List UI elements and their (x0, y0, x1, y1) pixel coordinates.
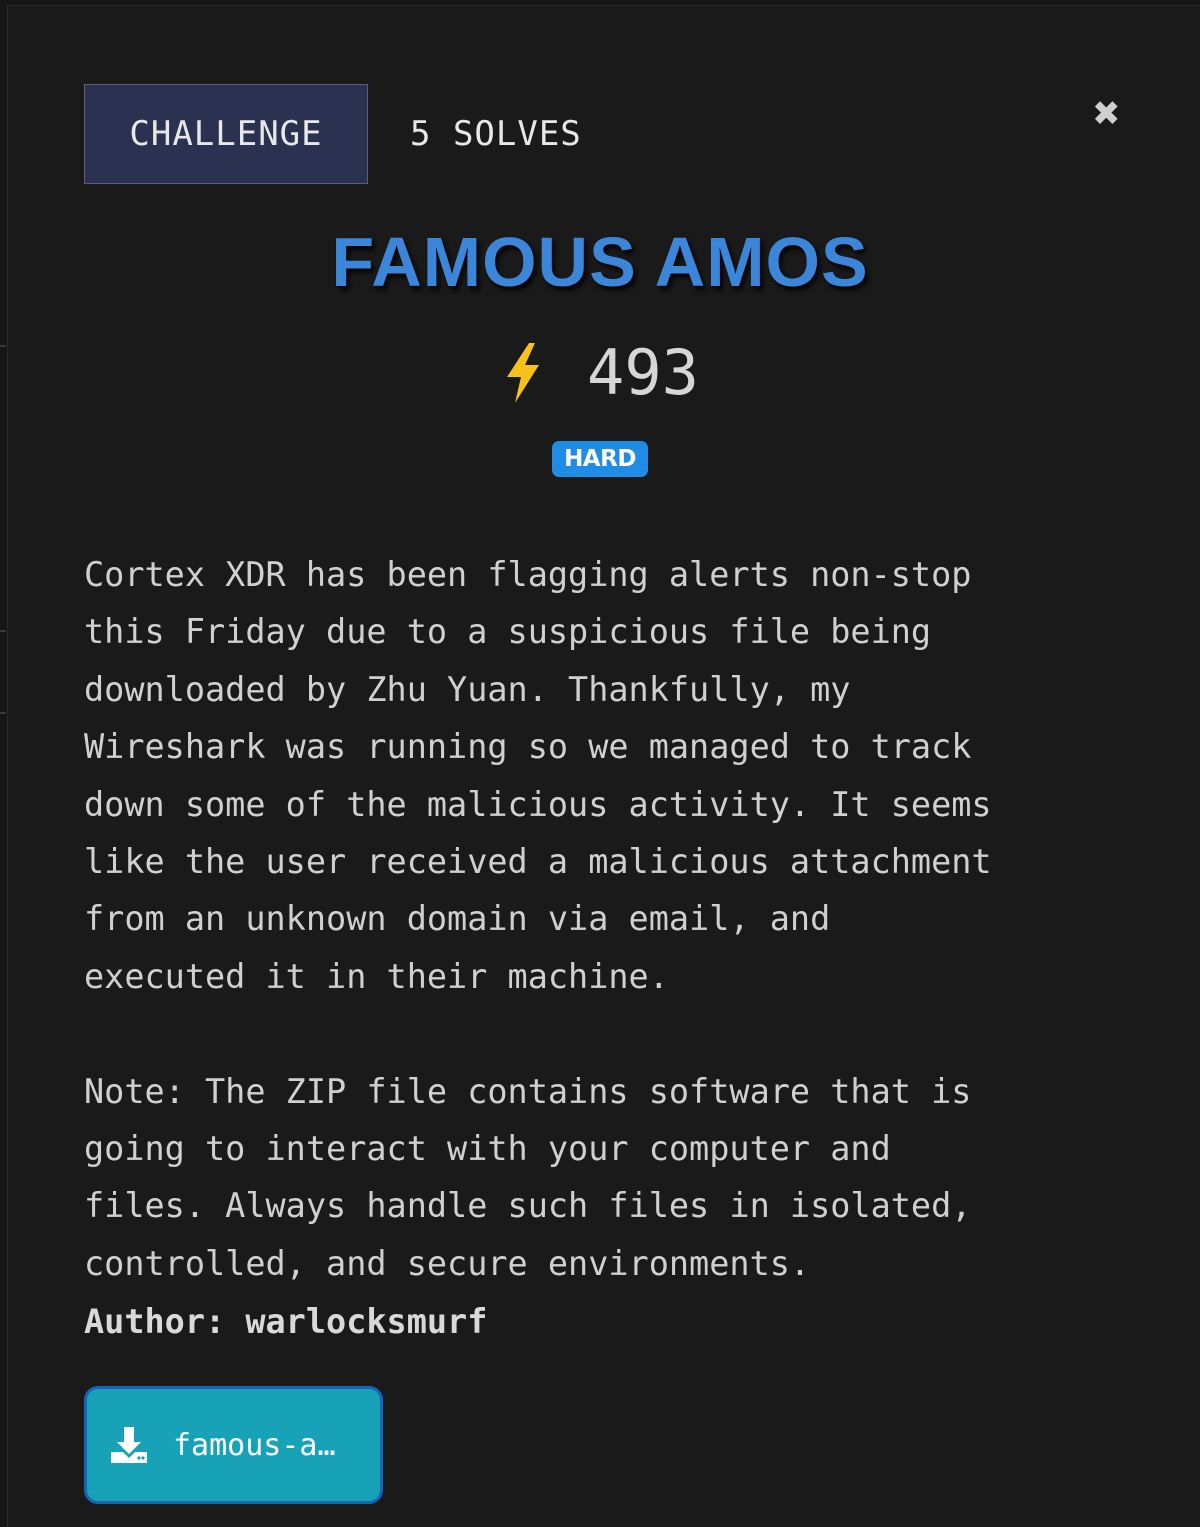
lightning-bolt-icon (507, 342, 539, 403)
points-value: 493 (587, 336, 699, 409)
challenge-author: Author: warlocksmurf (84, 1302, 488, 1341)
tab-challenge[interactable]: CHALLENGE (84, 84, 368, 184)
tab-solves[interactable]: 5 SOLVES (368, 84, 602, 184)
challenge-points: 493 (0, 336, 1200, 409)
challenge-title: FAMOUS AMOS (331, 223, 869, 301)
page: CHALLENGE 5 SOLVES ✖ FAMOUS AMOS 493 HAR… (0, 0, 1200, 1527)
close-icon[interactable]: ✖ (1092, 97, 1121, 131)
download-file-button[interactable]: famous-a… (84, 1386, 383, 1504)
edge-divider (0, 712, 6, 714)
challenge-description: Cortex XDR has been flagging alerts non-… (84, 555, 992, 1283)
download-file-label: famous-a… (173, 1427, 336, 1463)
difficulty-badge: HARD (552, 441, 648, 477)
modal-tabs: CHALLENGE 5 SOLVES (84, 84, 602, 184)
download-icon (111, 1427, 147, 1463)
difficulty-badge-wrapper: HARD (0, 441, 1200, 477)
edge-divider (0, 630, 6, 632)
